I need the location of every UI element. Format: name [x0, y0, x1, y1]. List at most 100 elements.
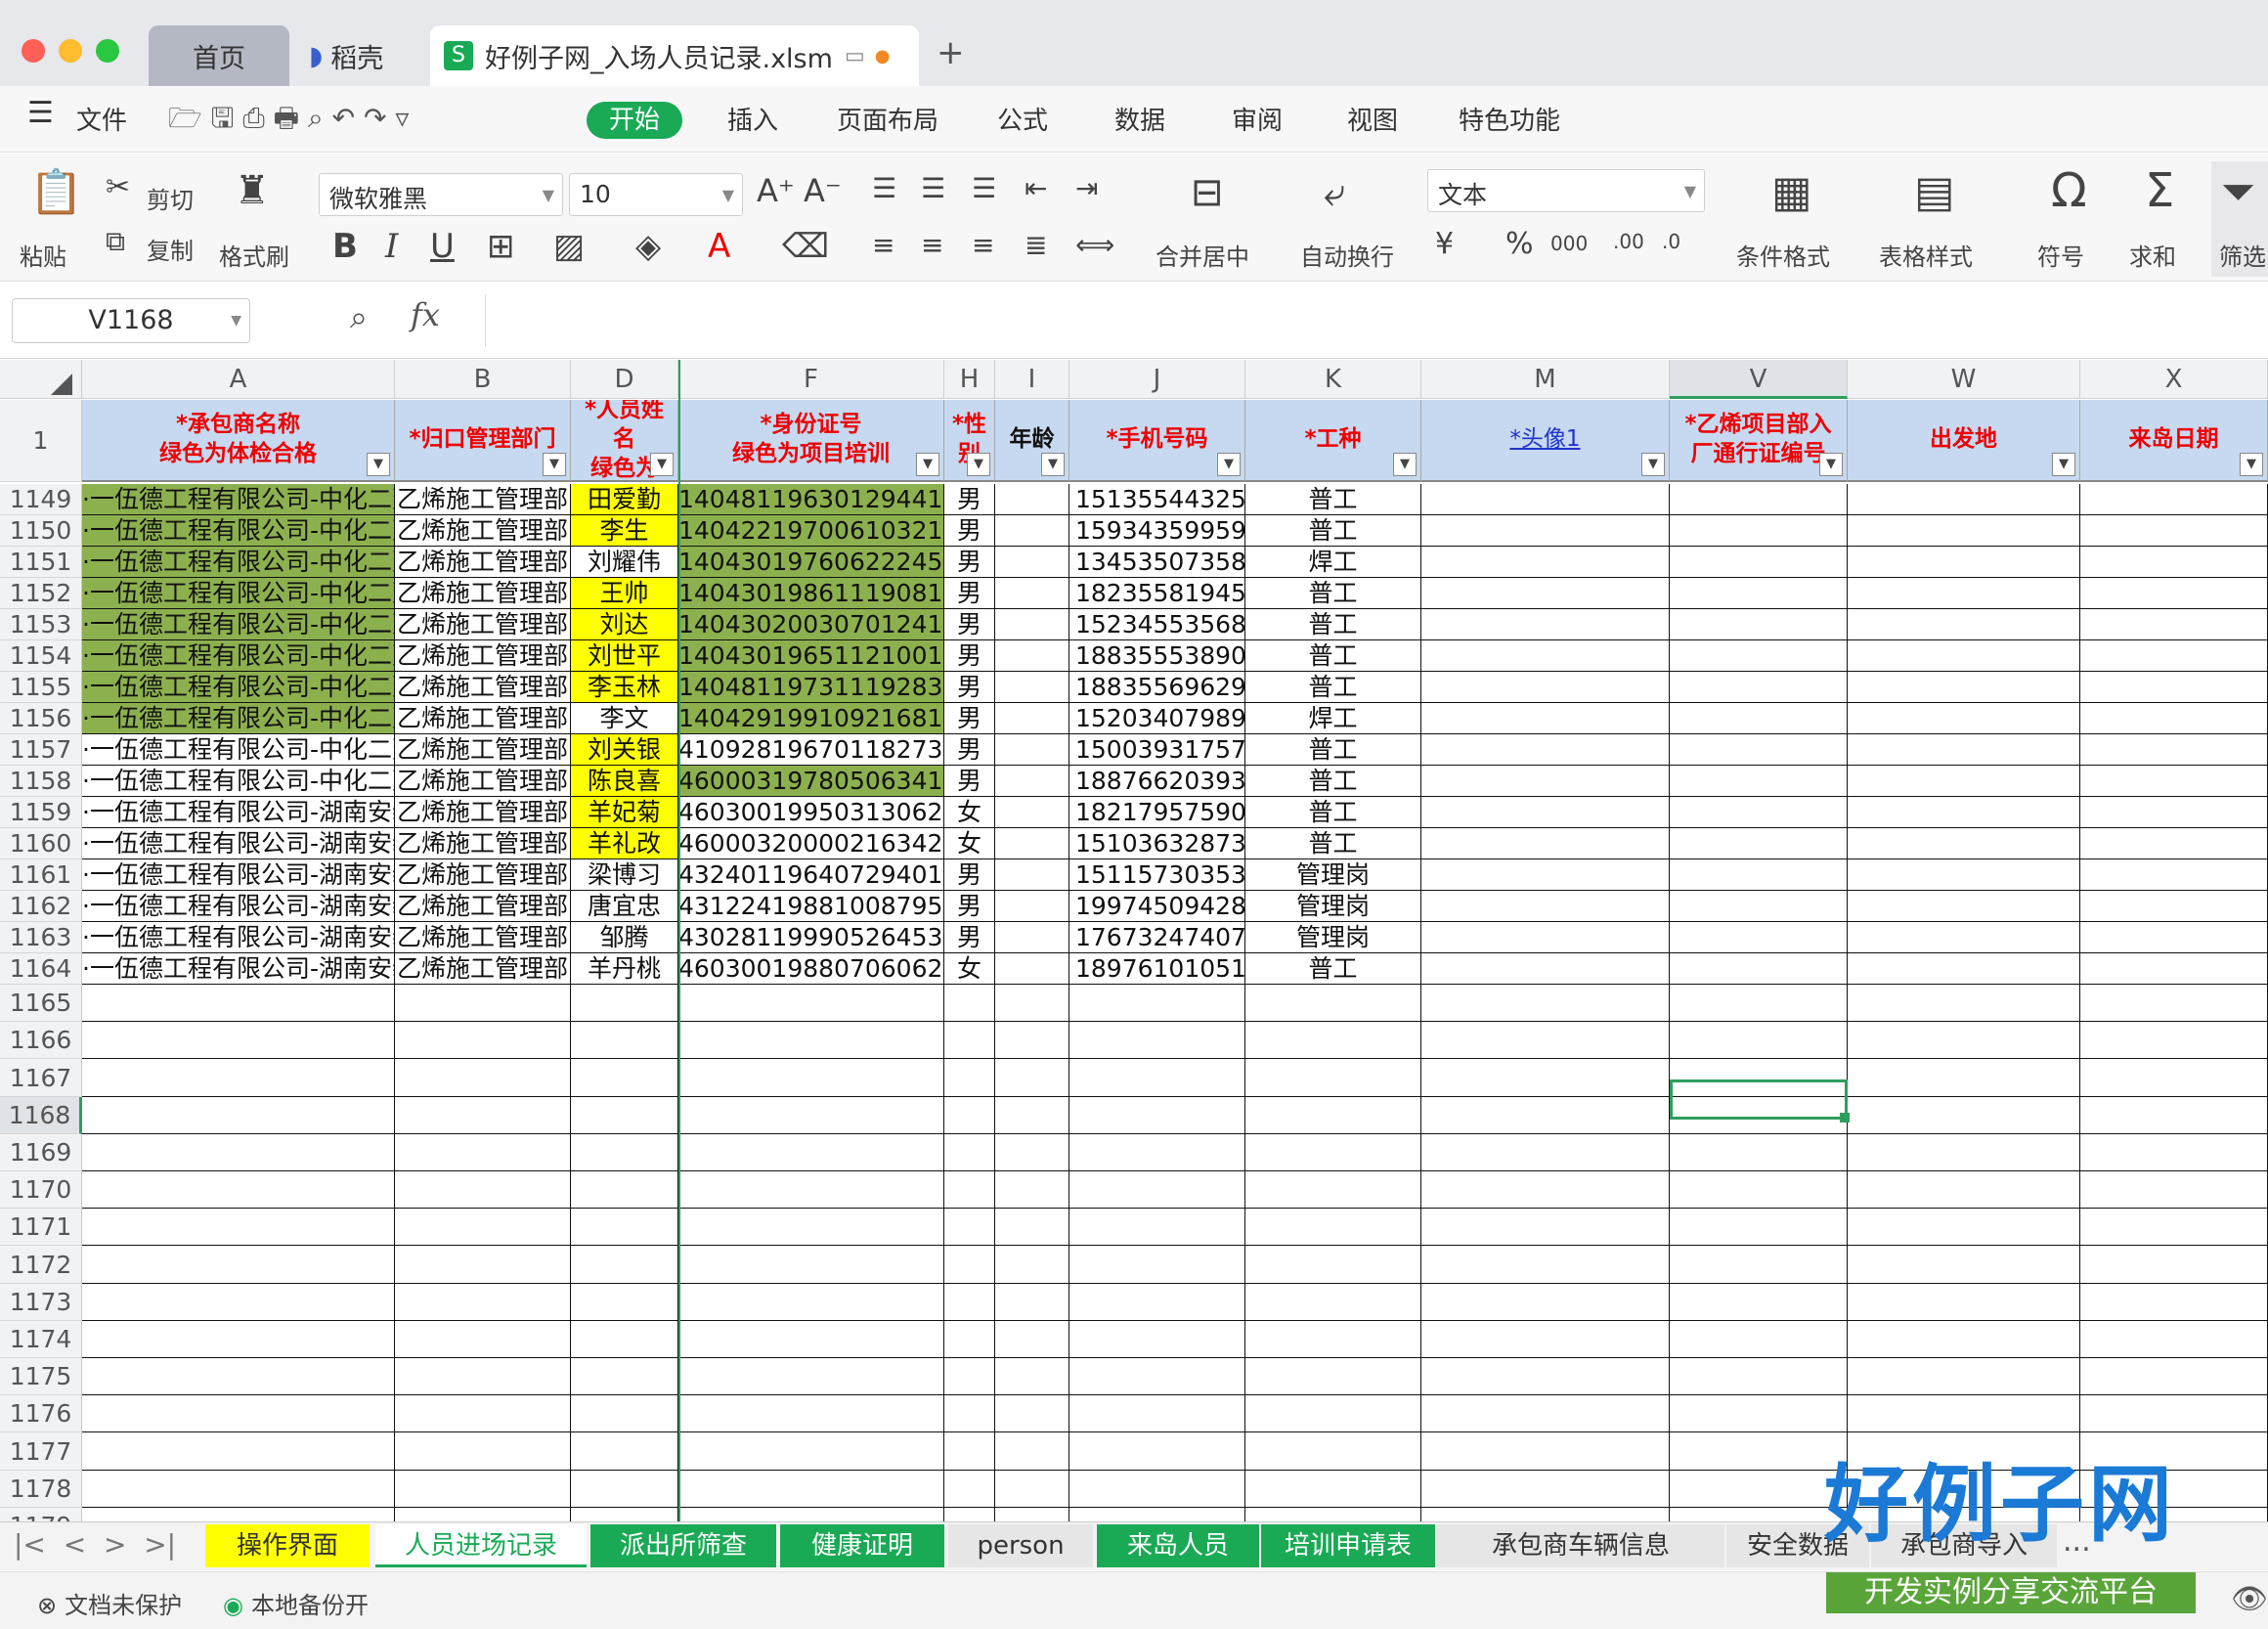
cell-a[interactable]: ·一伍德工程有限公司-湖南安装: [82, 891, 395, 922]
cell-f[interactable]: 432401196407294010: [678, 859, 944, 891]
empty-cell[interactable]: [571, 1395, 678, 1432]
empty-cell[interactable]: [2080, 1246, 2268, 1284]
empty-cell[interactable]: [82, 1022, 395, 1059]
cell-h[interactable]: 男: [944, 578, 995, 609]
empty-cell[interactable]: [2080, 1358, 2268, 1395]
empty-cell[interactable]: [1245, 1432, 1421, 1471]
cell-w[interactable]: [1848, 547, 2080, 578]
row-number[interactable]: 1164: [0, 953, 82, 985]
cell-h[interactable]: 男: [944, 734, 995, 766]
header-cell-k[interactable]: *工种 ▼: [1245, 400, 1421, 482]
empty-cell[interactable]: [1069, 1059, 1245, 1097]
empty-cell[interactable]: [395, 1171, 571, 1209]
cell-v[interactable]: [1670, 640, 1848, 672]
column-header-b[interactable]: B: [395, 360, 571, 399]
empty-cell[interactable]: [2080, 1209, 2268, 1246]
empty-cell[interactable]: [571, 1059, 678, 1097]
fill-handle[interactable]: [1840, 1113, 1850, 1123]
cell-j[interactable]: 15115730353: [1069, 859, 1245, 891]
row-number[interactable]: 1170: [0, 1171, 82, 1209]
empty-cell[interactable]: [1670, 985, 1848, 1022]
empty-cell[interactable]: [571, 1471, 678, 1508]
empty-cell[interactable]: [1670, 1284, 1848, 1321]
cell-a[interactable]: ·一伍德工程有限公司-湖南安装: [82, 859, 395, 891]
cell-d[interactable]: 陈良喜: [571, 766, 678, 797]
row-number[interactable]: 1165: [0, 985, 82, 1022]
cell-h[interactable]: 男: [944, 640, 995, 672]
cell-x[interactable]: [2080, 891, 2268, 922]
cell-b[interactable]: 乙烯施工管理部: [395, 672, 571, 703]
cell-m[interactable]: [1421, 515, 1670, 547]
empty-cell[interactable]: [2080, 1395, 2268, 1432]
paste-button[interactable]: 粘贴: [20, 238, 66, 272]
empty-cell[interactable]: [1245, 1209, 1421, 1246]
row-number[interactable]: 1163: [0, 922, 82, 953]
cell-m[interactable]: [1421, 766, 1670, 797]
empty-cell[interactable]: [1848, 1134, 2080, 1171]
cell-j[interactable]: 15934359959: [1069, 515, 1245, 547]
filter-dropdown-icon[interactable]: ▼: [543, 453, 566, 476]
empty-cell[interactable]: [1069, 985, 1245, 1022]
cell-b[interactable]: 乙烯施工管理部: [395, 703, 571, 734]
number-format-select[interactable]: 文本 ▼: [1427, 169, 1705, 212]
justify-icon[interactable]: ≣: [1025, 232, 1047, 259]
cell-a[interactable]: ·一伍德工程有限公司-湖南安装: [82, 797, 395, 828]
cell-f[interactable]: 140481197311192832: [678, 672, 944, 703]
cell-d[interactable]: 梁博习: [571, 859, 678, 891]
empty-cell[interactable]: [1245, 1508, 1421, 1521]
empty-cell[interactable]: [571, 1134, 678, 1171]
header-cell-d[interactable]: *人员姓 名 绿色为 ▼: [571, 400, 678, 482]
empty-cell[interactable]: [1848, 1395, 2080, 1432]
cell-j[interactable]: 15103632873: [1069, 828, 1245, 859]
empty-cell[interactable]: [571, 1209, 678, 1246]
cell-x[interactable]: [2080, 859, 2268, 891]
empty-cell[interactable]: [678, 1284, 944, 1321]
cell-m[interactable]: [1421, 734, 1670, 766]
empty-cell[interactable]: [995, 1097, 1069, 1134]
row-number[interactable]: 1150: [0, 515, 82, 547]
empty-cell[interactable]: [571, 1284, 678, 1321]
new-tab-button[interactable]: +: [937, 33, 965, 72]
empty-cell[interactable]: [395, 1471, 571, 1508]
empty-cell[interactable]: [2080, 1284, 2268, 1321]
empty-cell[interactable]: [1670, 1432, 1848, 1471]
empty-cell[interactable]: [995, 1395, 1069, 1432]
column-header-w[interactable]: W: [1848, 360, 2080, 399]
cell-a[interactable]: ·一伍德工程有限公司-中化二建: [82, 515, 395, 547]
empty-cell[interactable]: [2080, 1134, 2268, 1171]
menu-special[interactable]: 特色功能: [1459, 101, 1560, 137]
cell-d[interactable]: 田爱勤: [571, 484, 678, 515]
menu-view[interactable]: 视图: [1347, 101, 1398, 137]
empty-cell[interactable]: [571, 1022, 678, 1059]
cell-a[interactable]: ·一伍德工程有限公司-中化二建: [82, 640, 395, 672]
minimize-window-button[interactable]: [59, 39, 82, 63]
cell-k[interactable]: 焊工: [1245, 547, 1421, 578]
tab-home[interactable]: 首页: [149, 25, 289, 86]
empty-cell[interactable]: [395, 1508, 571, 1521]
empty-cell[interactable]: [2080, 1022, 2268, 1059]
cell-x[interactable]: [2080, 703, 2268, 734]
empty-cell[interactable]: [1421, 1246, 1670, 1284]
merge-center-button[interactable]: 合并居中: [1156, 238, 1249, 272]
cell-v[interactable]: [1670, 547, 1848, 578]
cell-m[interactable]: [1421, 953, 1670, 985]
cell-b[interactable]: 乙烯施工管理部: [395, 922, 571, 953]
row-number[interactable]: 1155: [0, 672, 82, 703]
cell-k[interactable]: 普工: [1245, 640, 1421, 672]
percent-icon[interactable]: %: [1505, 230, 1534, 259]
row-number[interactable]: 1157: [0, 734, 82, 766]
cell-d[interactable]: 刘关银: [571, 734, 678, 766]
cell-x[interactable]: [2080, 828, 2268, 859]
cell-j[interactable]: 13453507358: [1069, 547, 1245, 578]
align-top-icon[interactable]: ☰: [872, 175, 896, 202]
cell-d[interactable]: 唐宜忠: [571, 891, 678, 922]
empty-cell[interactable]: [678, 1395, 944, 1432]
cell-v[interactable]: [1670, 859, 1848, 891]
empty-cell[interactable]: [1421, 1134, 1670, 1171]
row-number[interactable]: 1175: [0, 1358, 82, 1395]
cell-m[interactable]: [1421, 640, 1670, 672]
empty-cell[interactable]: [678, 1432, 944, 1471]
empty-cell[interactable]: [1245, 1284, 1421, 1321]
cell-k[interactable]: 管理岗: [1245, 859, 1421, 891]
name-box[interactable]: V1168 ▼: [12, 298, 250, 343]
